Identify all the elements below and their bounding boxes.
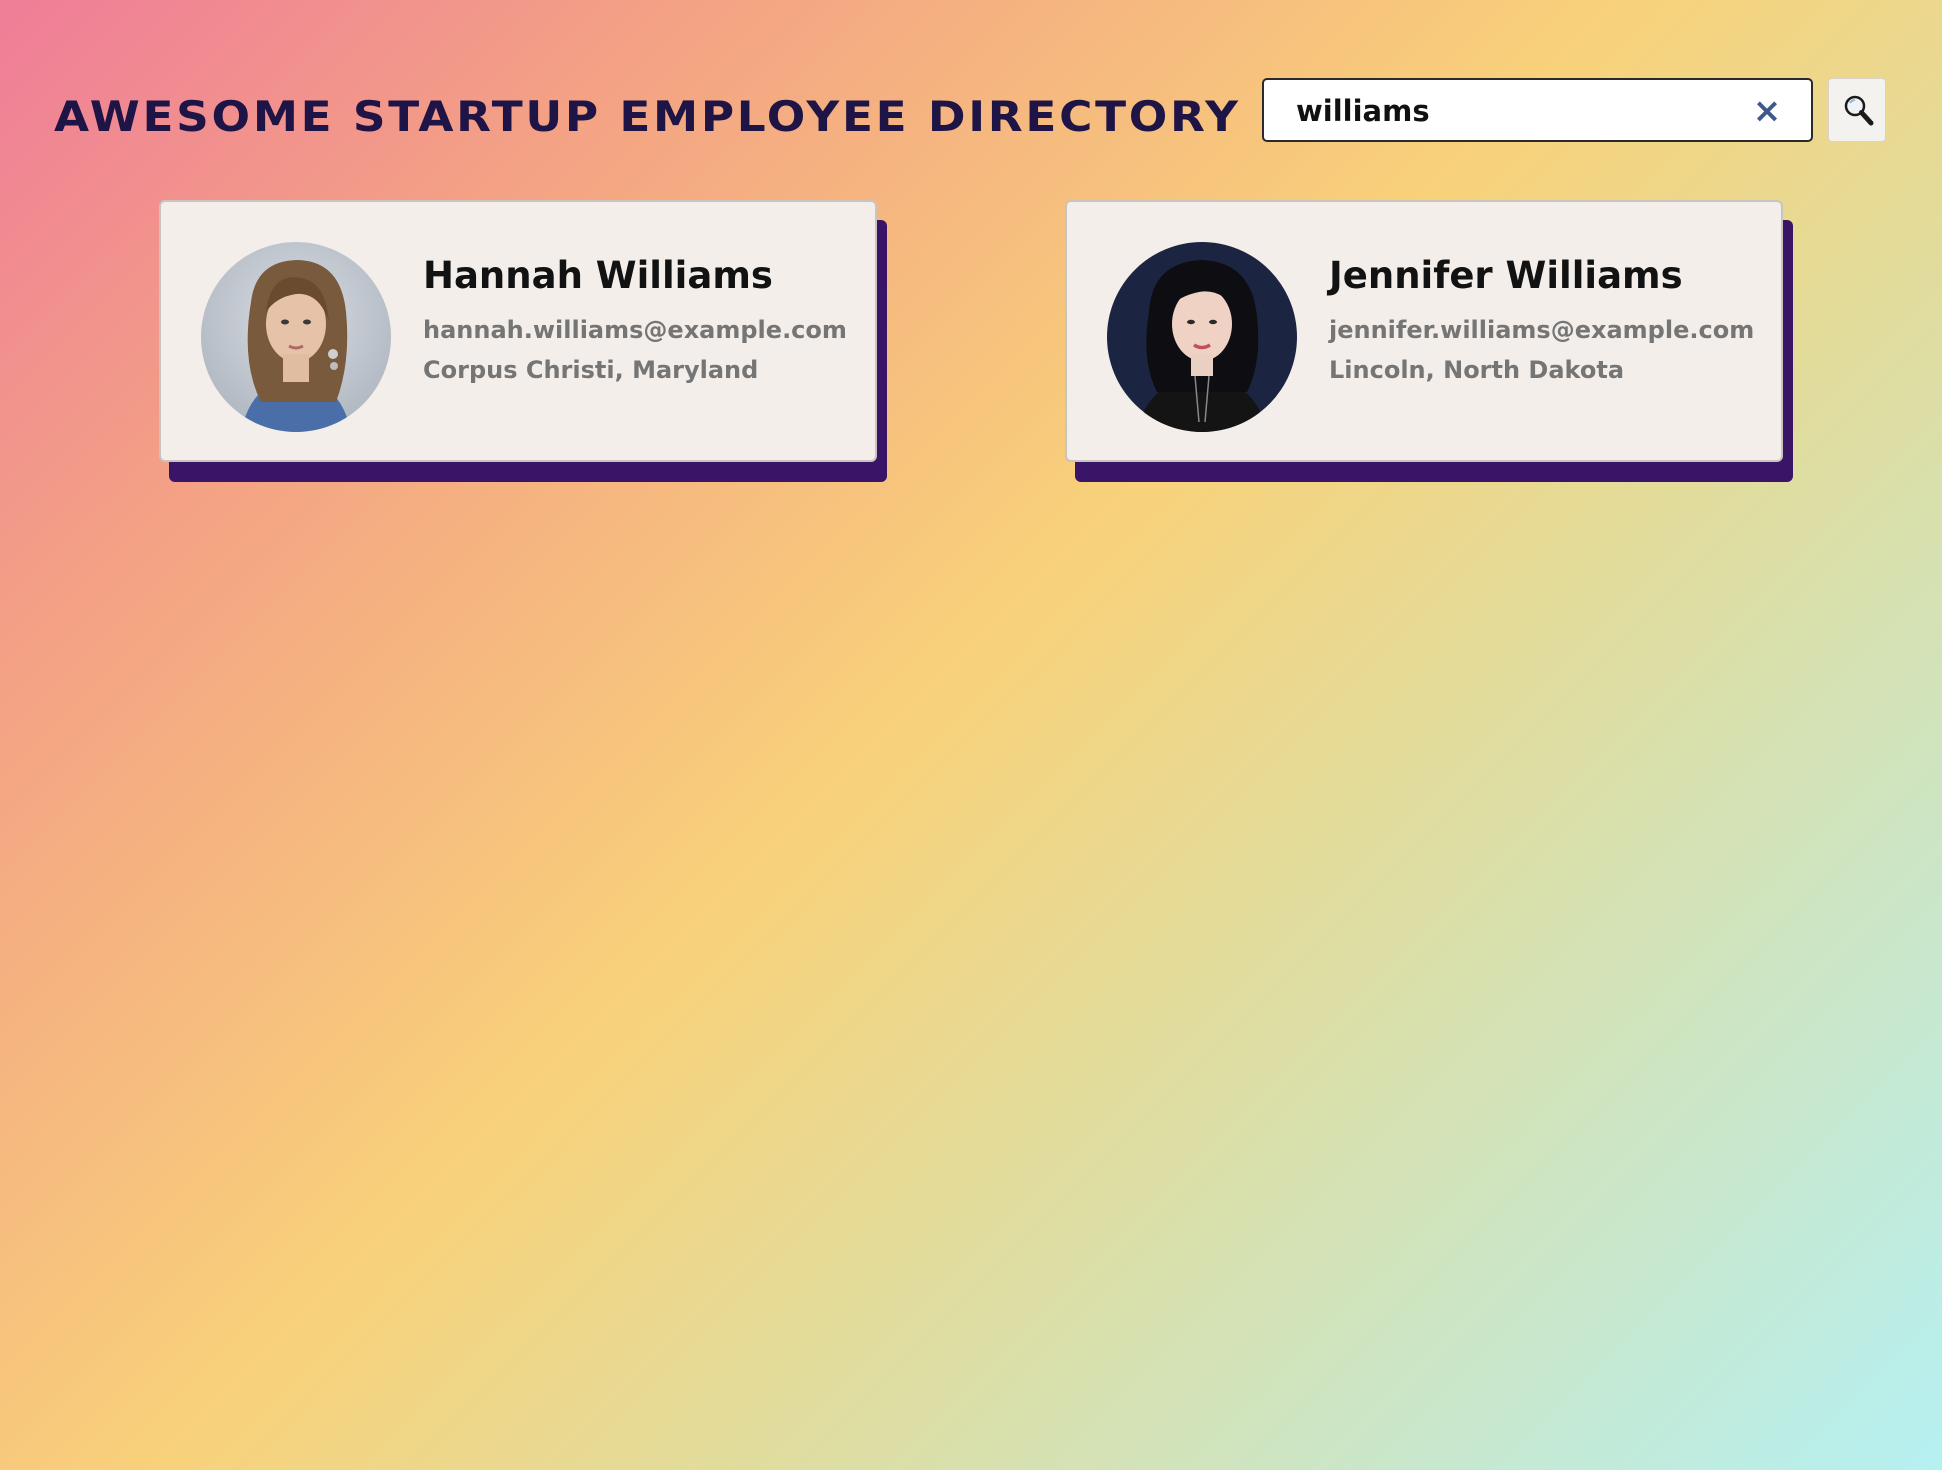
clear-search-icon[interactable]: ×: [1749, 92, 1785, 130]
employee-card-wrapper: Jennifer Williams jennifer.williams@exam…: [1065, 200, 1793, 484]
search-input[interactable]: [1296, 92, 1736, 130]
page-title: Awesome Startup Employee Directory: [54, 92, 1241, 141]
employee-card-wrapper: Hannah Williams hannah.williams@example.…: [159, 200, 887, 484]
employee-name: Jennifer Williams: [1329, 254, 1683, 297]
employee-location: Corpus Christi, Maryland: [423, 356, 759, 384]
employee-email: jennifer.williams@example.com: [1329, 316, 1755, 344]
search-button[interactable]: [1828, 78, 1886, 142]
employee-card[interactable]: Jennifer Williams jennifer.williams@exam…: [1065, 200, 1783, 462]
avatar: [201, 242, 391, 432]
avatar-photo: [1107, 242, 1297, 432]
page-header: Awesome Startup Employee Directory ×: [54, 78, 1892, 144]
employee-card[interactable]: Hannah Williams hannah.williams@example.…: [159, 200, 877, 462]
magnifier-icon: [1844, 95, 1874, 126]
avatar: [1107, 242, 1297, 432]
avatar-photo: [201, 242, 391, 432]
employee-email: hannah.williams@example.com: [423, 316, 847, 344]
search-box[interactable]: ×: [1262, 78, 1813, 142]
employee-name: Hannah Williams: [423, 254, 773, 297]
employee-location: Lincoln, North Dakota: [1329, 356, 1625, 384]
